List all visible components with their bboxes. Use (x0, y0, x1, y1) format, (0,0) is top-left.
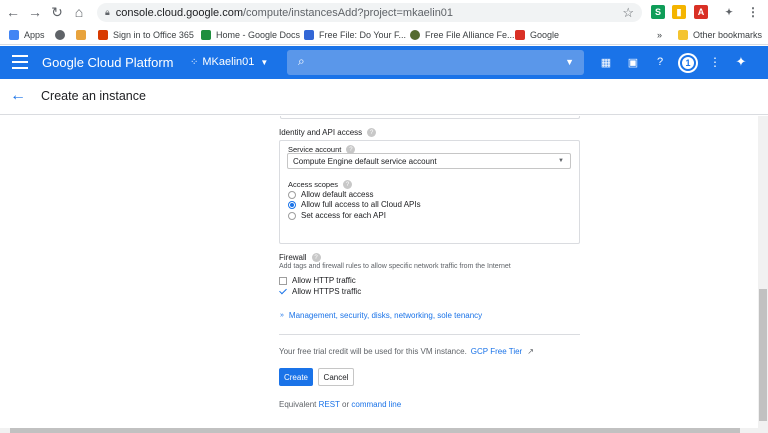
account-avatar[interactable]: ✦ (734, 54, 748, 69)
gift-icon[interactable]: ▦ (599, 55, 613, 69)
browser-menu-icon[interactable]: ⋮ (746, 5, 760, 19)
chevron-down-icon[interactable]: ▼ (565, 57, 574, 67)
extension-icon[interactable]: ▮ (672, 5, 686, 19)
radio-button[interactable] (288, 211, 296, 220)
help-icon[interactable]: ? (311, 253, 321, 262)
page-header: ← Create an instance (0, 79, 768, 115)
bookmark-free-file-alliance[interactable]: Free File Alliance Fe... (410, 28, 515, 42)
seal-icon (410, 30, 420, 40)
irs-icon (304, 30, 314, 40)
search-input[interactable]: ⌕ ▼ (287, 50, 584, 75)
firewall-hint: Add tags and firewall rules to allow spe… (279, 263, 511, 270)
scrollbar-thumb[interactable] (10, 428, 740, 433)
browser-toolbar: ← → ↻ ⌂ 🔒︎ console.cloud.google.com/comp… (0, 0, 768, 25)
bookmarks-bar: Apps Sign in to Office 365 Home - Google… (0, 25, 768, 45)
identity-section-title: Identity and API access? (279, 128, 377, 137)
reload-icon[interactable]: ↻ (46, 1, 68, 23)
search-icon: ⌕ (298, 54, 305, 68)
expand-chevron-icon: » (280, 312, 284, 319)
radio-button[interactable] (288, 190, 296, 199)
gcp-top-bar: Google Cloud Platform ⁘ MKaelin01 ▼ ⌕ ▼ … (0, 46, 768, 79)
bookmark-google-docs[interactable]: Home - Google Docs (201, 28, 300, 42)
project-selector[interactable]: ⁘ MKaelin01 ▼ (190, 56, 268, 68)
divider (279, 334, 580, 335)
url-host: console.cloud.google.com (115, 6, 243, 19)
checkbox[interactable] (279, 276, 287, 285)
cloud-shell-icon[interactable]: ▣ (626, 55, 640, 69)
apps-grid-icon (9, 30, 19, 40)
main-content: Identity and API access? Service account… (0, 116, 758, 428)
firewall-section-title: Firewall? (279, 253, 321, 262)
more-bookmarks-button[interactable]: » (657, 28, 662, 42)
bookmark-google[interactable]: Google (515, 28, 559, 42)
allow-https-checkbox[interactable]: Allow HTTPS traffic (279, 286, 361, 297)
command-line-link[interactable]: command line (351, 400, 401, 409)
bookmark-globe[interactable] (55, 28, 70, 42)
bookmark-star-icon[interactable]: ☆ (622, 5, 634, 21)
service-account-select[interactable]: Compute Engine default service account ▼ (287, 153, 571, 169)
home-icon[interactable]: ⌂ (68, 1, 90, 23)
folder-icon (678, 30, 688, 40)
help-icon[interactable]: ? (343, 180, 353, 189)
radio-button[interactable] (288, 200, 296, 209)
menu-icon[interactable] (12, 55, 28, 69)
allow-http-checkbox[interactable]: Allow HTTP traffic (279, 275, 356, 286)
create-button[interactable]: Create (279, 368, 313, 386)
trial-notice: Your free trial credit will be used for … (279, 347, 534, 356)
lock-icon: 🔒︎ (105, 7, 110, 17)
gcp-brand[interactable]: Google Cloud Platform (42, 55, 174, 70)
other-bookmarks[interactable]: Other bookmarks (678, 28, 762, 42)
globe-icon (55, 30, 65, 40)
more-options-icon[interactable]: ⋮ (708, 55, 722, 69)
bookmark-office[interactable]: Sign in to Office 365 (98, 28, 194, 42)
help-icon[interactable]: ? (367, 128, 377, 137)
forward-icon[interactable]: → (24, 1, 46, 23)
drive-icon (201, 30, 211, 40)
help-icon[interactable]: ? (653, 55, 667, 69)
scope-option-full[interactable]: Allow full access to all Cloud APIs (288, 199, 421, 210)
rest-link[interactable]: REST (319, 400, 340, 409)
page-title: Create an instance (41, 89, 146, 103)
bookmark-star-icon (76, 30, 86, 40)
external-link-icon[interactable]: ↗ (527, 347, 534, 356)
url-path: /compute/instancesAdd?project=mkaelin01 (243, 6, 454, 19)
vertical-scrollbar[interactable] (758, 116, 768, 428)
bookmark-star[interactable] (76, 28, 91, 42)
gmail-icon (515, 30, 525, 40)
bookmark-free-file[interactable]: Free File: Do Your F... (304, 28, 406, 42)
address-bar[interactable]: 🔒︎ console.cloud.google.com/compute/inst… (97, 3, 642, 22)
chevron-down-icon: ▼ (260, 57, 269, 67)
extension-icon[interactable]: S (651, 5, 665, 19)
back-arrow-icon[interactable]: ← (10, 87, 26, 105)
horizontal-scrollbar[interactable] (0, 428, 768, 433)
project-icon: ⁘ (190, 56, 199, 68)
profile-avatar[interactable]: ✦ (722, 5, 736, 19)
scope-option-each-api[interactable]: Set access for each API (288, 210, 386, 221)
access-scopes-label: Access scopes? (288, 180, 353, 189)
notifications-badge[interactable]: 1 (680, 55, 696, 71)
free-tier-link[interactable]: GCP Free Tier (471, 347, 522, 356)
pdf-extension-icon[interactable]: A (694, 5, 708, 19)
scrollbar-thumb[interactable] (759, 289, 767, 421)
management-expand-link[interactable]: » Management, security, disks, networkin… (280, 311, 482, 320)
previous-section-box (280, 116, 580, 119)
cancel-button[interactable]: Cancel (318, 368, 354, 386)
back-icon[interactable]: ← (2, 1, 24, 23)
chevron-down-icon: ▼ (558, 158, 564, 164)
checkbox[interactable] (279, 288, 287, 296)
bookmark-apps[interactable]: Apps (9, 28, 45, 42)
office-icon (98, 30, 108, 40)
equivalent-line: Equivalent REST or command line (279, 400, 402, 409)
